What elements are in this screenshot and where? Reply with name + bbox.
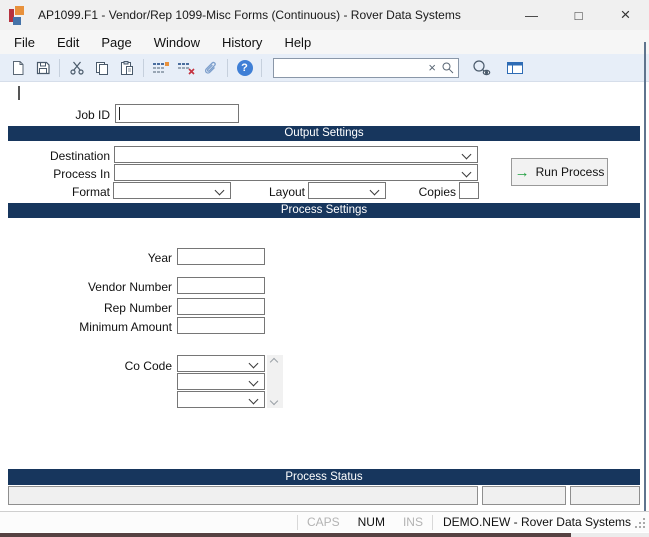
new-document-icon [10,60,26,76]
text-cursor [18,86,20,100]
co-code-dropdown-3[interactable] [177,391,265,408]
format-label: Format [0,185,110,199]
menu-page[interactable]: Page [90,32,142,53]
process-status-field-1 [8,486,478,505]
toolbar-separator [261,59,262,77]
new-document-button[interactable] [5,56,30,79]
run-arrow-icon: → [515,165,530,180]
logo-blue-block [13,17,21,25]
minimum-amount-input[interactable] [177,317,265,334]
menu-history[interactable]: History [211,32,273,53]
paste-button[interactable] [114,56,139,79]
output-settings-header: Output Settings [8,126,640,141]
window-title: AP1099.F1 - Vendor/Rep 1099-Misc Forms (… [38,8,461,22]
search-input[interactable] [278,60,423,76]
num-indicator: NUM [349,515,394,529]
process-status-header: Process Status [8,469,640,485]
chevron-down-icon [249,359,259,369]
window-right-border [644,42,646,511]
window-controls: — □ × [508,0,649,30]
magnifier-eye-icon [471,59,492,77]
app-window: AP1099.F1 - Vendor/Rep 1099-Misc Forms (… [0,0,649,533]
insert-rows-button[interactable] [148,56,173,79]
co-code-dropdown-1[interactable] [177,355,265,372]
paperclip-icon [203,60,219,76]
search-preview-button[interactable] [467,56,495,79]
cut-scissors-icon [69,60,85,76]
destination-label: Destination [0,149,110,163]
layout-label: Layout [200,185,305,199]
scroll-up-icon[interactable] [270,358,278,366]
copy-icon [94,60,110,76]
process-status-field-3 [570,486,640,505]
save-button[interactable] [30,56,55,79]
window-bottom-edge [0,533,571,537]
year-label: Year [0,251,172,265]
insert-rows-icon [152,60,170,76]
toolbar-separator [59,59,60,77]
menu-bar: File Edit Page Window History Help [0,30,649,54]
toolbar-separator [227,59,228,77]
job-id-caret [119,107,120,120]
chevron-down-icon [462,168,472,178]
process-status-field-2 [482,486,566,505]
paste-clipboard-icon [119,60,135,76]
chevron-down-icon [249,377,259,387]
process-in-dropdown[interactable] [114,164,478,181]
ins-indicator: INS [394,515,432,529]
process-settings-header: Process Settings [8,203,640,218]
minimize-button[interactable]: — [508,0,555,30]
copies-label: Copies [350,185,456,199]
logo-orange-block [15,6,24,15]
menu-window[interactable]: Window [143,32,211,53]
rep-number-input[interactable] [177,298,265,315]
scroll-down-icon[interactable] [270,397,278,405]
cut-button[interactable] [64,56,89,79]
vendor-number-input[interactable] [177,277,265,294]
delete-rows-button[interactable] [173,56,198,79]
maximize-button[interactable]: □ [555,0,602,30]
co-code-label: Co Code [0,359,172,373]
co-code-scrollbar[interactable] [267,355,283,408]
toolbar-search-box: × [273,58,459,78]
run-process-button[interactable]: → Run Process [511,158,608,186]
chevron-down-icon [462,150,472,160]
window-layout-button[interactable] [501,56,529,79]
attachment-button[interactable] [198,56,223,79]
window-layout-icon [506,60,524,76]
resize-grip[interactable] [643,518,645,520]
vendor-number-label: Vendor Number [0,280,172,294]
session-label: DEMO.NEW - Rover Data Systems [433,515,641,529]
menu-file[interactable]: File [3,32,46,53]
job-id-input[interactable] [115,104,239,123]
help-button[interactable]: ? [232,56,257,79]
help-icon: ? [237,60,253,76]
year-input[interactable] [177,248,265,265]
copy-button[interactable] [89,56,114,79]
minimum-amount-label: Minimum Amount [0,320,172,334]
run-process-label: Run Process [536,165,605,179]
menu-help[interactable]: Help [273,32,322,53]
status-bar: CAPS NUM INS DEMO.NEW - Rover Data Syste… [0,511,649,532]
toolbar-separator [143,59,144,77]
copies-input[interactable] [459,182,479,199]
destination-dropdown[interactable] [114,146,478,163]
clear-search-icon[interactable]: × [423,61,441,74]
title-bar: AP1099.F1 - Vendor/Rep 1099-Misc Forms (… [0,0,649,30]
rep-number-label: Rep Number [0,301,172,315]
toolbar: ? × [0,54,649,82]
save-icon [35,60,51,76]
menu-edit[interactable]: Edit [46,32,90,53]
search-icon[interactable] [441,61,454,74]
job-id-label: Job ID [0,108,110,122]
close-button[interactable]: × [602,0,649,30]
process-in-label: Process In [0,167,110,181]
co-code-dropdown-2[interactable] [177,373,265,390]
delete-rows-icon [177,60,195,76]
chevron-down-icon [249,395,259,405]
caps-indicator: CAPS [298,515,349,529]
app-logo-icon [9,6,29,25]
